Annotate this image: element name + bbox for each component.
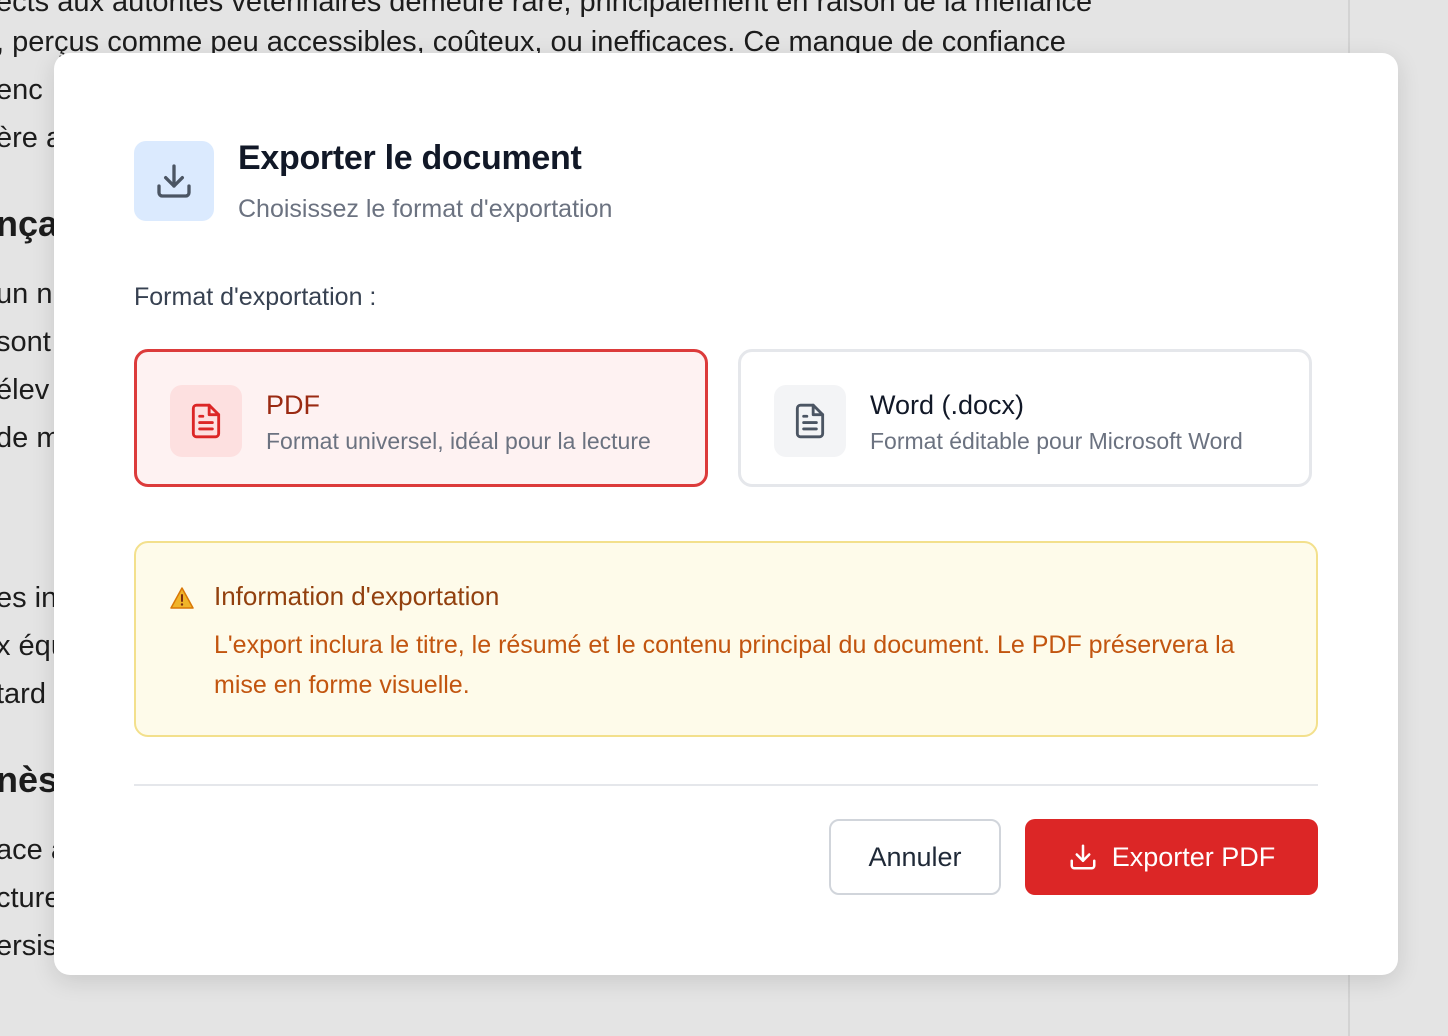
bg-text-line: sont <box>0 326 51 358</box>
warning-icon <box>170 587 194 609</box>
export-info-panel: Information d'exportation L'export inclu… <box>134 541 1318 737</box>
cancel-label: Annuler <box>868 841 962 872</box>
bg-text-line: cture <box>0 882 61 914</box>
download-icon <box>157 164 191 198</box>
export-dialog: Exporter le document Choisissez le forma… <box>54 53 1398 975</box>
format-option-word[interactable]: Word (.docx) Format éditable pour Micros… <box>738 349 1312 487</box>
cancel-button[interactable]: Annuler <box>829 819 1001 895</box>
bg-text-line: tard <box>0 678 46 710</box>
option-icon-container <box>170 385 242 457</box>
file-text-icon <box>795 403 825 439</box>
dialog-subtitle: Choisissez le format d'exportation <box>238 195 613 223</box>
bg-heading: nça <box>0 203 59 244</box>
header-icon-container <box>134 141 214 221</box>
file-text-icon <box>191 403 221 439</box>
info-title: Information d'exportation <box>214 581 500 611</box>
bg-heading: nès <box>0 759 59 800</box>
format-option-pdf[interactable]: PDF Format universel, idéal pour la lect… <box>134 349 708 487</box>
bg-text-line: es in <box>0 582 58 614</box>
dialog-title: Exporter le document <box>238 139 582 177</box>
option-description: Format universel, idéal pour la lecture <box>266 428 651 454</box>
divider <box>134 784 1318 786</box>
bg-text-line: ersis <box>0 930 58 962</box>
export-pdf-button[interactable]: Exporter PDF <box>1025 819 1318 895</box>
option-name: Word (.docx) <box>870 390 1025 420</box>
bg-text-line: enc <box>0 74 43 106</box>
option-icon-container <box>774 385 846 457</box>
bg-text-line: ère a <box>0 122 63 154</box>
bg-text-line: de m <box>0 422 61 454</box>
download-icon <box>1070 844 1096 870</box>
option-description: Format éditable pour Microsoft Word <box>870 428 1243 454</box>
export-label: Exporter PDF <box>1111 841 1276 872</box>
format-label: Format d'exportation : <box>134 283 377 311</box>
info-text: L'export inclura le titre, le résumé et … <box>214 631 1235 699</box>
option-name: PDF <box>266 390 320 420</box>
bg-text-line: élev <box>0 374 50 406</box>
bg-text-line: un n <box>0 278 53 310</box>
